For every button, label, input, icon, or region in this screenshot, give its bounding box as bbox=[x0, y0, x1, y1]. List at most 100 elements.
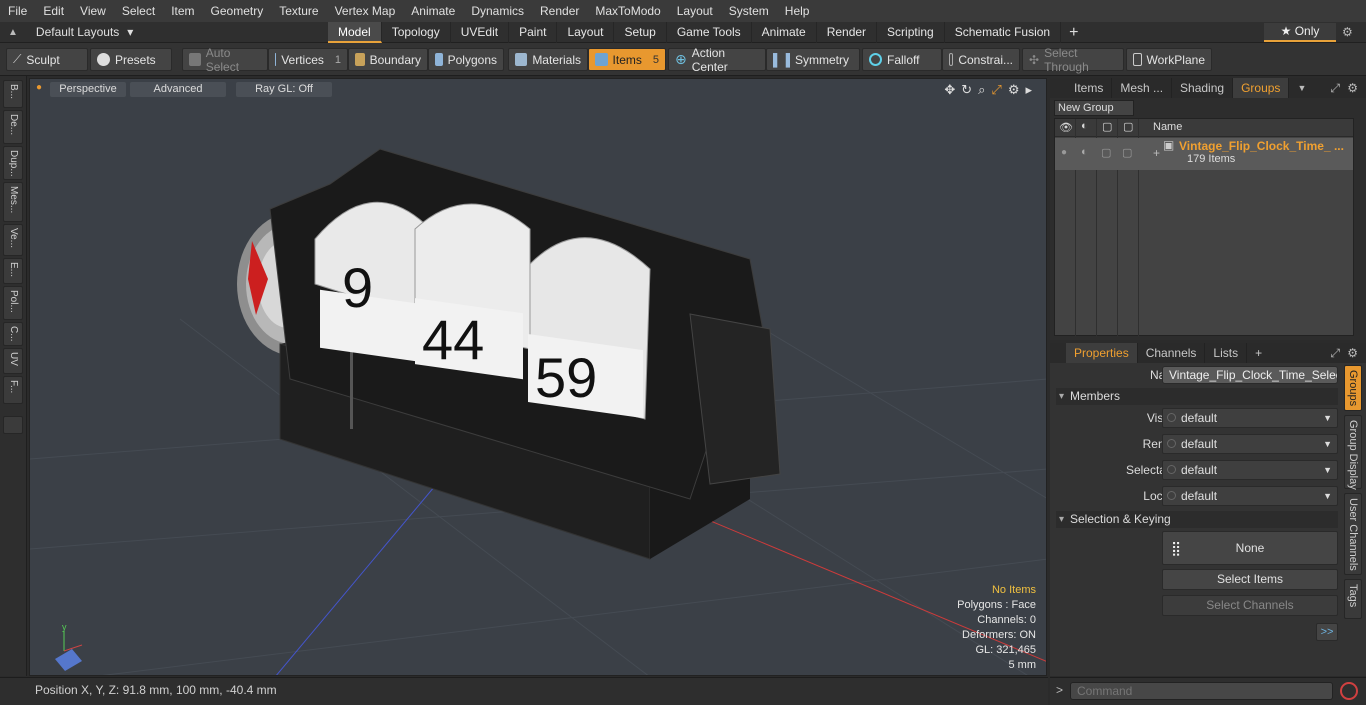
menu-geometry[interactable]: Geometry bbox=[203, 0, 272, 22]
panel-gear-icon[interactable]: ⚙ bbox=[1347, 343, 1358, 363]
rotate-view-icon[interactable]: ↻ bbox=[961, 82, 972, 98]
tab-uvedit[interactable]: UVEdit bbox=[451, 22, 510, 43]
left-tab-edge[interactable]: E... bbox=[3, 258, 23, 284]
tab-topology[interactable]: Topology bbox=[382, 22, 451, 43]
render-dropdown[interactable]: default ▼ bbox=[1162, 434, 1338, 454]
polygons-button[interactable]: Polygons bbox=[428, 48, 504, 71]
group-name-field[interactable] bbox=[1162, 366, 1338, 384]
materials-button[interactable]: Materials bbox=[508, 48, 588, 71]
group-name[interactable]: Vintage_Flip_Clock_Time_ ... bbox=[1179, 139, 1344, 153]
select-channels-button[interactable]: Select Channels bbox=[1162, 595, 1338, 616]
tab-mesh[interactable]: Mesh ... bbox=[1112, 78, 1173, 98]
boundary-button[interactable]: Boundary bbox=[348, 48, 428, 71]
menu-view[interactable]: View bbox=[72, 0, 114, 22]
menu-layout[interactable]: Layout bbox=[669, 0, 721, 22]
gear-icon[interactable]: ⚙ bbox=[1342, 22, 1353, 43]
tab-groups[interactable]: Groups bbox=[1233, 78, 1290, 98]
items-button[interactable]: Items 5 bbox=[588, 48, 666, 71]
render-col-icon[interactable]: ◐ bbox=[1081, 120, 1088, 132]
command-input[interactable] bbox=[1070, 682, 1333, 700]
expand-panel-icon[interactable]: ⤢ bbox=[1330, 78, 1340, 98]
selectable-dropdown[interactable]: default ▼ bbox=[1162, 460, 1338, 480]
expand-group-icon[interactable]: + bbox=[1153, 146, 1160, 160]
expand-panel-icon[interactable]: ⤢ bbox=[1330, 343, 1340, 363]
add-tab-button[interactable]: + bbox=[1061, 22, 1086, 43]
menu-select[interactable]: Select bbox=[114, 0, 163, 22]
left-tab-uv[interactable]: UV bbox=[3, 348, 23, 374]
side-tab-tags[interactable]: Tags bbox=[1344, 579, 1362, 619]
more-button[interactable]: >> bbox=[1316, 623, 1338, 641]
tab-model[interactable]: Model bbox=[328, 22, 382, 43]
falloff-button[interactable]: Falloff bbox=[862, 48, 942, 71]
menu-file[interactable]: File bbox=[0, 0, 35, 22]
viewport-gear-icon[interactable]: ⚙ bbox=[1008, 82, 1020, 98]
menu-system[interactable]: System bbox=[721, 0, 777, 22]
row-select-checkbox[interactable]: ▢ bbox=[1122, 146, 1132, 159]
tab-schematic-fusion[interactable]: Schematic Fusion bbox=[945, 22, 1062, 43]
layouts-dropdown[interactable]: ▲ Default Layouts ▾ bbox=[8, 22, 133, 43]
left-tab-fusion[interactable]: F... bbox=[3, 376, 23, 404]
menu-edit[interactable]: Edit bbox=[35, 0, 72, 22]
select-through-button[interactable]: ✣ Select Through bbox=[1022, 46, 1124, 74]
tab-shading[interactable]: Shading bbox=[1172, 78, 1234, 98]
tab-setup[interactable]: Setup bbox=[614, 22, 667, 43]
tab-items[interactable]: Items bbox=[1066, 78, 1113, 98]
only-toggle[interactable]: ★ Only bbox=[1264, 23, 1336, 42]
sculpt-button[interactable]: ⟋ Sculpt bbox=[6, 48, 88, 71]
name-column-header[interactable]: Name bbox=[1153, 121, 1182, 133]
left-tab-toggle[interactable] bbox=[3, 416, 23, 434]
left-tab-polygon[interactable]: Pol... bbox=[3, 286, 23, 320]
tab-animate[interactable]: Animate bbox=[752, 22, 817, 43]
viewport-more-icon[interactable]: ▸ bbox=[1025, 82, 1032, 98]
auto-select-button[interactable]: Auto Select bbox=[182, 46, 268, 74]
left-tab-deform[interactable]: De... bbox=[3, 110, 23, 144]
row-eye-icon[interactable]: ● bbox=[1061, 147, 1067, 158]
side-tab-group-display[interactable]: Group Display bbox=[1344, 415, 1362, 490]
locked-dropdown[interactable]: default ▼ bbox=[1162, 486, 1338, 506]
left-tab-basic[interactable]: B... bbox=[3, 80, 23, 108]
perspective-dropdown[interactable]: Perspective bbox=[50, 82, 126, 97]
move-view-icon[interactable]: ✥ bbox=[944, 82, 955, 98]
menu-vertex-map[interactable]: Vertex Map bbox=[327, 0, 404, 22]
group-row[interactable]: ● ◐ ▢ ▢ + ▣ Vintage_Flip_Clock_Time_ ...… bbox=[1055, 138, 1353, 170]
add-properties-tab[interactable]: + bbox=[1247, 343, 1270, 363]
row-render-icon[interactable]: ◐ bbox=[1081, 146, 1088, 158]
tab-game-tools[interactable]: Game Tools bbox=[667, 22, 752, 43]
panel-dropdown-icon[interactable]: ▼ bbox=[1297, 78, 1306, 98]
action-center-button[interactable]: ⊕ Action Center bbox=[668, 46, 766, 74]
left-tab-curve[interactable]: C... bbox=[3, 322, 23, 346]
side-tab-user-channels[interactable]: User Channels bbox=[1344, 493, 1362, 575]
row-lock-checkbox[interactable]: ▢ bbox=[1101, 146, 1111, 159]
viewport-menu-dot-icon[interactable]: ● bbox=[36, 82, 42, 93]
tab-channels[interactable]: Channels bbox=[1138, 343, 1206, 363]
left-tab-vertex[interactable]: Ve... bbox=[3, 224, 23, 256]
fit-view-icon[interactable]: ⤢ bbox=[991, 82, 1001, 98]
visible-dropdown[interactable]: default ▼ bbox=[1162, 408, 1338, 428]
select-col-icon[interactable]: ▢ bbox=[1123, 120, 1133, 133]
tab-lists[interactable]: Lists bbox=[1205, 343, 1248, 363]
side-tab-groups[interactable]: Groups bbox=[1344, 365, 1362, 411]
menu-render[interactable]: Render bbox=[532, 0, 587, 22]
menu-dynamics[interactable]: Dynamics bbox=[463, 0, 532, 22]
symmetry-button[interactable]: ▌▐ Symmetry bbox=[766, 48, 860, 71]
select-items-button[interactable]: Select Items bbox=[1162, 569, 1338, 590]
selection-keying-section[interactable]: Selection & Keying bbox=[1056, 511, 1338, 528]
menu-maxtomodo[interactable]: MaxToModo bbox=[587, 0, 668, 22]
visibility-eye-icon[interactable]: 👁 bbox=[1059, 121, 1073, 134]
vertices-button[interactable]: Vertices 1 bbox=[268, 48, 348, 71]
none-button[interactable]: ⣿ None bbox=[1162, 531, 1338, 565]
tab-scripting[interactable]: Scripting bbox=[877, 22, 945, 43]
left-tab-duplicate[interactable]: Dup... bbox=[3, 146, 23, 180]
constraints-button[interactable]: Constrai... bbox=[942, 48, 1020, 71]
tab-layout[interactable]: Layout bbox=[557, 22, 615, 43]
zoom-view-icon[interactable]: ⌕ bbox=[978, 82, 985, 98]
menu-animate[interactable]: Animate bbox=[403, 0, 463, 22]
left-tab-mesh[interactable]: Mes... bbox=[3, 182, 23, 222]
3d-viewport[interactable]: 9 44 59 y ● Perspective Advanced Ray GL:… bbox=[29, 78, 1047, 676]
advanced-dropdown[interactable]: Advanced bbox=[130, 82, 226, 97]
tab-properties[interactable]: Properties bbox=[1066, 343, 1138, 363]
workplane-button[interactable]: WorkPlane bbox=[1126, 48, 1212, 71]
tab-render[interactable]: Render bbox=[817, 22, 878, 43]
record-icon[interactable] bbox=[1340, 682, 1358, 700]
menu-help[interactable]: Help bbox=[777, 0, 818, 22]
